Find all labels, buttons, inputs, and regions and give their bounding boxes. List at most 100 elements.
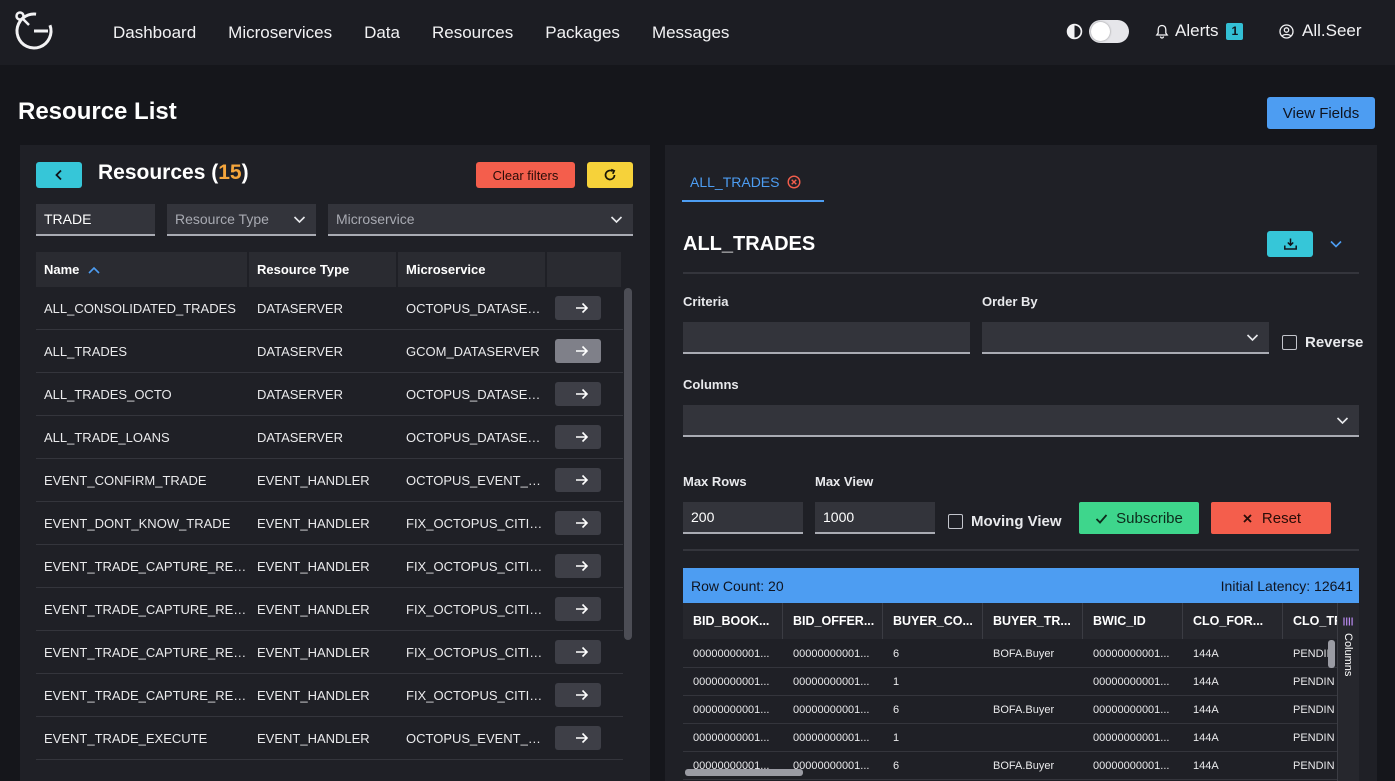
grid-column-header[interactable]: CLO_FOR... [1183, 603, 1283, 639]
arrow-right-icon [576, 345, 589, 357]
tab-label: ALL_TRADES [690, 173, 780, 190]
arrow-right-icon [576, 646, 589, 658]
grid-cell: 00000000001... [1093, 648, 1170, 660]
columns-select[interactable] [683, 405, 1359, 437]
subscribe-button[interactable]: Subscribe [1079, 502, 1199, 534]
table-row[interactable]: EVENT_CONFIRM_TRADE EVENT_HANDLER OCTOPUS_… [36, 459, 623, 502]
arrow-right-icon [576, 560, 589, 572]
table-row[interactable]: EVENT_TRADE_CAPTURE_REPO... EVENT_HANDLER… [36, 588, 623, 631]
nav-resources[interactable]: Resources [432, 23, 513, 43]
cell-resource-type: EVENT_HANDLER [257, 515, 370, 531]
max-view-input[interactable]: 1000 [815, 502, 935, 534]
open-resource-button[interactable] [555, 726, 601, 750]
grid-row[interactable]: 00000000001... 00000000001... 1 00000000001… [683, 724, 1359, 752]
view-fields-button[interactable]: View Fields [1267, 97, 1375, 129]
close-circle-icon[interactable] [787, 174, 801, 189]
grid-column-header[interactable]: BUYER_TR... [983, 603, 1083, 639]
moving-view-checkbox[interactable] [948, 514, 963, 529]
cell-name: EVENT_TRADE_CAPTURE_REPO... [44, 687, 249, 703]
chevron-down-icon[interactable] [1329, 237, 1343, 251]
cell-action [547, 683, 623, 707]
table-row[interactable]: ALL_TRADES_OCTO DATASERVER OCTOPUS_DATASER… [36, 373, 623, 416]
grid-column-header[interactable]: BID_BOOK... [683, 603, 783, 639]
columns-side-panel[interactable]: Columns [1337, 603, 1359, 781]
column-header-name[interactable]: Name [36, 252, 249, 287]
refresh-button[interactable] [587, 162, 633, 188]
grid-cell: 6 [893, 704, 900, 716]
grid-header: BID_BOOK... BID_OFFER... BUYER_CO... BUYER_… [683, 603, 1359, 639]
cell-name: ALL_TRADE_LOANS [44, 429, 170, 445]
grid-column-header[interactable]: BID_OFFER... [783, 603, 883, 639]
alerts-button[interactable]: Alerts 1 [1155, 21, 1244, 41]
nav-data[interactable]: Data [364, 23, 400, 43]
table-row[interactable]: EVENT_TRADE_CAPTURE_REPO... EVENT_HANDLER… [36, 674, 623, 717]
cell-microservice: FIX_OCTOPUS_CITI_... [406, 515, 547, 531]
criteria-input[interactable] [683, 322, 970, 354]
download-button[interactable] [1267, 231, 1313, 257]
table-row[interactable]: EVENT_TRADE_EXECUTE EVENT_HANDLER OCTOPUS_… [36, 717, 623, 760]
reset-label: Reset [1261, 509, 1302, 527]
table-body: ALL_CONSOLIDATED_TRADES DATASERVER OCTOPUS… [36, 287, 623, 760]
open-resource-button[interactable] [555, 511, 601, 535]
nav-packages[interactable]: Packages [545, 23, 620, 43]
grid-cell: 00000000001... [693, 648, 770, 660]
open-resource-button[interactable] [555, 640, 601, 664]
theme-toggle[interactable] [1089, 20, 1129, 43]
open-resource-button[interactable] [555, 597, 601, 621]
microservice-select[interactable]: Microservice [328, 204, 633, 236]
table-row[interactable]: EVENT_TRADE_CAPTURE_REPO... EVENT_HANDLER… [36, 631, 623, 674]
grid-vertical-scrollbar[interactable] [1328, 640, 1335, 668]
check-icon [1096, 513, 1108, 524]
download-icon [1283, 238, 1297, 250]
grid-cell: 00000000001... [1093, 704, 1170, 716]
user-name: All.Seer [1302, 21, 1362, 40]
table-row[interactable]: ALL_TRADES DATASERVER GCOM_DATASERVER [36, 330, 623, 373]
max-rows-input[interactable]: 200 [683, 502, 803, 534]
genesis-logo-icon[interactable] [12, 8, 56, 52]
chevron-down-icon [1246, 334, 1259, 342]
cell-action [547, 296, 623, 320]
cell-name: EVENT_TRADE_CAPTURE_REPO... [44, 558, 249, 574]
column-header-microservice[interactable]: Microservice [398, 252, 547, 287]
resource-type-select[interactable]: Resource Type [167, 204, 316, 236]
reverse-checkbox[interactable] [1282, 335, 1297, 350]
arrow-right-icon [576, 689, 589, 701]
grid-cell: 144A [1193, 704, 1219, 716]
grid-column-header[interactable]: BUYER_CO... [883, 603, 983, 639]
grid-horizontal-scrollbar[interactable] [685, 769, 803, 776]
grid-column-header[interactable]: BWIC_ID [1083, 603, 1183, 639]
open-resource-button[interactable] [555, 425, 601, 449]
table-row[interactable]: EVENT_DONT_KNOW_TRADE EVENT_HANDLER FIX_OC… [36, 502, 623, 545]
nav-dashboard[interactable]: Dashboard [113, 23, 196, 43]
table-row[interactable]: ALL_TRADE_LOANS DATASERVER OCTOPUS_DATASER… [36, 416, 623, 459]
arrow-right-icon [576, 431, 589, 443]
open-resource-button[interactable] [555, 554, 601, 578]
contrast-icon [1066, 23, 1083, 40]
open-resource-button[interactable] [555, 382, 601, 406]
table-row[interactable]: EVENT_TRADE_CAPTURE_REPO... EVENT_HANDLER… [36, 545, 623, 588]
name-filter-input[interactable]: TRADE [36, 204, 155, 236]
tab-all-trades[interactable]: ALL_TRADES [682, 165, 824, 202]
grid-cell: 00000000001... [693, 732, 770, 744]
nav-messages[interactable]: Messages [652, 23, 729, 43]
order-by-select[interactable] [982, 322, 1269, 354]
nav-microservices[interactable]: Microservices [228, 23, 332, 43]
open-resource-button[interactable] [555, 468, 601, 492]
cell-action [547, 511, 623, 535]
reset-button[interactable]: Reset [1211, 502, 1331, 534]
clear-filters-button[interactable]: Clear filters [476, 162, 575, 188]
resources-title: Resources [98, 161, 206, 184]
grid-row[interactable]: 00000000001... 00000000001... 1 00000000001… [683, 668, 1359, 696]
grid-cell: 1 [893, 676, 900, 688]
column-header-resource-type[interactable]: Resource Type [249, 252, 398, 287]
open-resource-button[interactable] [555, 683, 601, 707]
open-resource-button[interactable] [555, 296, 601, 320]
grid-row[interactable]: 00000000001... 00000000001... 6 BOFA.Buyer 0… [683, 640, 1359, 668]
back-button[interactable] [36, 162, 82, 188]
grid-row[interactable]: 00000000001... 00000000001... 6 BOFA.Buyer 0… [683, 696, 1359, 724]
table-scrollbar[interactable] [624, 288, 632, 640]
user-menu[interactable]: All.Seer [1279, 21, 1362, 41]
alerts-count-badge: 1 [1226, 22, 1244, 40]
open-resource-button[interactable] [555, 339, 601, 363]
table-row[interactable]: ALL_CONSOLIDATED_TRADES DATASERVER OCTOPUS… [36, 287, 623, 330]
